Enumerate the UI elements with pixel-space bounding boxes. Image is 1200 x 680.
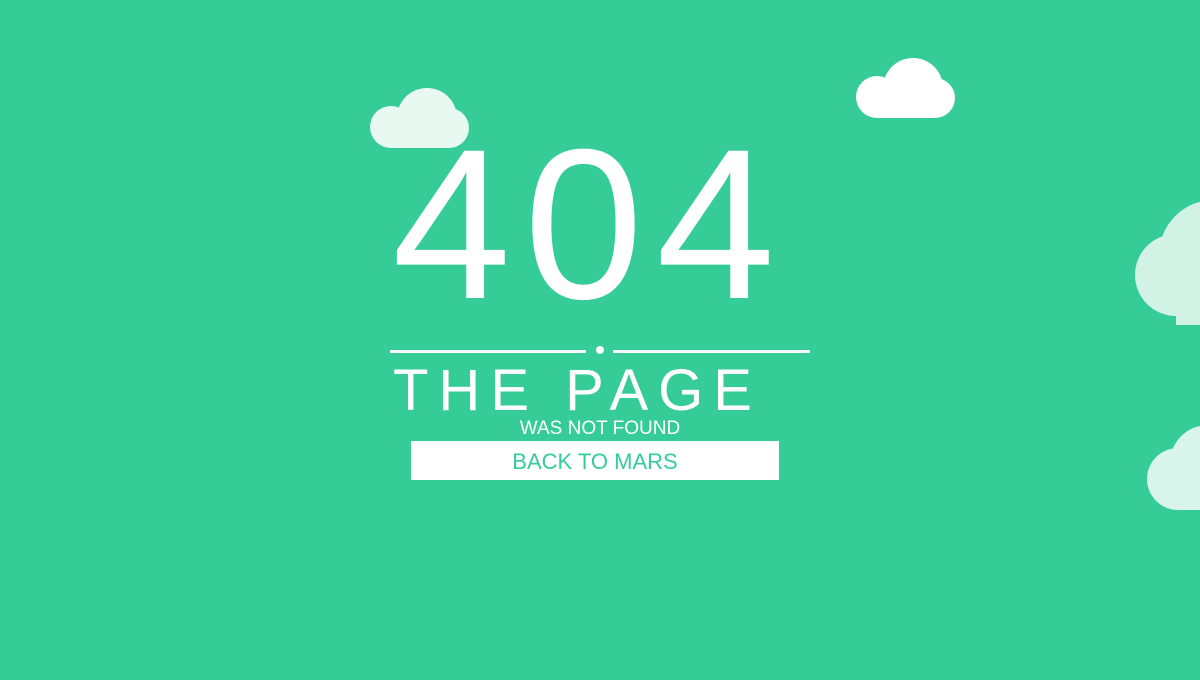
divider-dot (596, 346, 604, 354)
cloud-icon (853, 55, 959, 118)
divider-line-left (390, 350, 586, 353)
back-to-mars-button[interactable]: BACK TO MARS (411, 441, 779, 480)
divider-line-right (613, 350, 810, 353)
divider (390, 345, 810, 357)
error-headline: THE PAGE (393, 358, 762, 423)
error-code: 404 (391, 105, 789, 344)
error-subline: WAS NOT FOUND (519, 418, 681, 439)
